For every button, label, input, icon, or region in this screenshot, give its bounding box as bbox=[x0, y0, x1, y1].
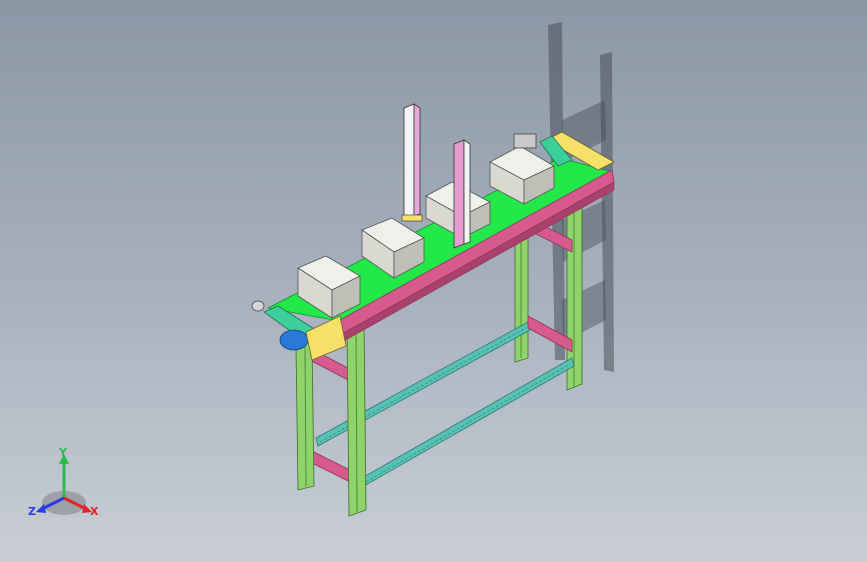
frame-leg-front-left bbox=[295, 339, 315, 491]
sensor-post-right bbox=[453, 139, 471, 249]
frame-leg-back-left bbox=[514, 223, 529, 363]
triad-z-label: Z bbox=[28, 505, 36, 518]
triad-x-label: X bbox=[90, 505, 99, 518]
frame-leg-front-right bbox=[346, 321, 367, 517]
coordinate-triad[interactable]: Y X Z bbox=[26, 446, 106, 523]
conveyor-3d-model[interactable] bbox=[0, 0, 867, 562]
lower-crossbar-front bbox=[361, 357, 575, 487]
triad-y-label: Y bbox=[59, 446, 67, 459]
cad-graphics-viewport[interactable]: Y X Z bbox=[0, 0, 867, 562]
sensor-post-left bbox=[401, 103, 423, 222]
